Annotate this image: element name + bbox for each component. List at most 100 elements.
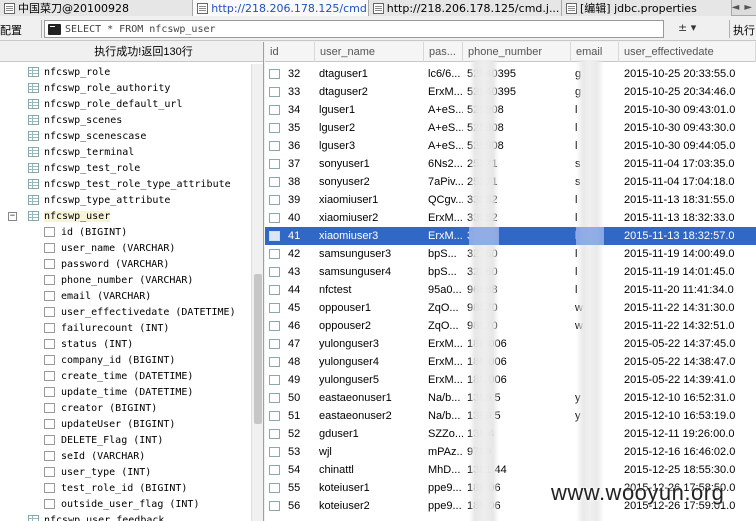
table-cell[interactable]: 95a0... xyxy=(424,281,463,299)
table-cell[interactable]: xiaomiuser3 xyxy=(315,227,424,245)
tree-column-item[interactable]: DELETE_Flag (INT) xyxy=(0,432,251,448)
collapse-icon[interactable]: − xyxy=(8,211,17,221)
table-cell[interactable]: ppe9... xyxy=(424,479,463,497)
browser-tab[interactable]: http://218.206.178.125/cmd.j...✕ xyxy=(193,0,369,16)
table-cell[interactable]: 2015-10-30 09:43:30.0 xyxy=(620,119,756,137)
table-cell[interactable]: yulonguser4 xyxy=(315,353,424,371)
table-row[interactable]: 46oppouser2ZqO...98570w2015-11-22 14:32:… xyxy=(265,317,756,335)
tree-table-item[interactable]: nfcswp_scenes xyxy=(0,112,251,128)
table-cell[interactable]: 2015-10-25 20:34:46.0 xyxy=(620,83,756,101)
table-cell[interactable]: 37 xyxy=(284,155,315,173)
table-cell[interactable]: 2015-10-30 09:44:05.0 xyxy=(620,137,756,155)
table-cell[interactable]: 39 xyxy=(284,191,315,209)
table-cell[interactable]: 32 xyxy=(284,65,315,83)
table-cell[interactable]: 2015-11-04 17:04:18.0 xyxy=(620,173,756,191)
table-cell[interactable]: chinattl xyxy=(315,461,424,479)
table-cell[interactable]: lguser2 xyxy=(315,119,424,137)
table-cell[interactable]: ErxM... xyxy=(424,227,463,245)
tree-table-item[interactable]: nfcswp_role_authority xyxy=(0,80,251,96)
table-cell[interactable]: 2015-11-22 14:32:51.0 xyxy=(620,317,756,335)
sql-input[interactable]: SELECT * FROM nfcswp_user xyxy=(44,20,664,38)
table-cell[interactable]: 2015-11-20 11:41:34.0 xyxy=(620,281,756,299)
table-cell[interactable]: A+eS... xyxy=(424,101,463,119)
table-row[interactable]: 38sonyuser27aPiv...25271s2015-11-04 17:0… xyxy=(265,173,756,191)
table-cell[interactable]: 42 xyxy=(284,245,315,263)
table-cell[interactable]: 2015-11-13 18:32:33.0 xyxy=(620,209,756,227)
tree-table-item[interactable]: nfcswp_terminal xyxy=(0,144,251,160)
table-cell[interactable]: 50 xyxy=(284,389,315,407)
table-row[interactable]: 54chinattlMhD...1381 442015-12-25 18:55:… xyxy=(265,461,756,479)
tree-table-item[interactable]: nfcswp_scenescase xyxy=(0,128,251,144)
table-cell[interactable]: 55 xyxy=(284,479,315,497)
table-cell[interactable]: MhD... xyxy=(424,461,463,479)
browser-tab[interactable]: 中国菜刀@20100928 xyxy=(0,0,194,16)
table-cell[interactable]: 47 xyxy=(284,335,315,353)
table-cell[interactable]: bpS... xyxy=(424,245,463,263)
table-cell[interactable]: nfctest xyxy=(315,281,424,299)
table-cell[interactable]: ErxM... xyxy=(424,353,463,371)
table-cell[interactable]: ErxM... xyxy=(424,371,463,389)
table-cell[interactable]: ErxM... xyxy=(424,209,463,227)
tree-column-item[interactable]: create_time (DATETIME) xyxy=(0,368,251,384)
table-row[interactable]: 51eastaeonuser2Na/b...1389 5y2015-12-10 … xyxy=(265,407,756,425)
tree-column-item[interactable]: password (VARCHAR) xyxy=(0,256,251,272)
execute-button[interactable]: 执行 xyxy=(733,22,755,38)
table-cell[interactable]: 2015-12-16 16:46:02.0 xyxy=(620,443,756,461)
table-cell[interactable]: 2015-11-13 18:31:55.0 xyxy=(620,191,756,209)
table-cell[interactable]: 2015-11-04 17:03:35.0 xyxy=(620,155,756,173)
table-cell[interactable]: dtaguser2 xyxy=(315,83,424,101)
tree-column-item[interactable]: test_role_id (BIGINT) xyxy=(0,480,251,496)
table-cell[interactable]: SZZo... xyxy=(424,425,463,443)
table-cell[interactable]: mPAz... xyxy=(424,443,463,461)
table-cell[interactable]: ZqO... xyxy=(424,317,463,335)
table-row[interactable]: 35lguser2A+eS...525908l2015-10-30 09:43:… xyxy=(265,119,756,137)
tree-table-item[interactable]: nfcswp_role xyxy=(0,64,251,80)
table-cell[interactable]: dtaguser1 xyxy=(315,65,424,83)
table-cell[interactable]: 2015-11-19 14:01:45.0 xyxy=(620,263,756,281)
table-cell[interactable]: yulonguser3 xyxy=(315,335,424,353)
table-row[interactable]: 36lguser3A+eS...525908l2015-10-30 09:44:… xyxy=(265,137,756,155)
tree-column-item[interactable]: failurecount (INT) xyxy=(0,320,251,336)
table-cell[interactable]: Na/b... xyxy=(424,389,463,407)
tab-scroll-left-icon[interactable]: ◄ xyxy=(732,2,740,13)
tree-column-item[interactable]: id (BIGINT) xyxy=(0,224,251,240)
tree-column-item[interactable]: user_name (VARCHAR) xyxy=(0,240,251,256)
table-cell[interactable]: 53 xyxy=(284,443,315,461)
table-cell[interactable]: bpS... xyxy=(424,263,463,281)
table-cell[interactable]: koteiuser2 xyxy=(315,497,424,515)
table-cell[interactable]: sonyuser1 xyxy=(315,155,424,173)
table-cell[interactable]: ErxM... xyxy=(424,335,463,353)
tree-table-item[interactable]: nfcswp_user_feedback xyxy=(0,512,251,521)
table-row[interactable]: 40xiaomiuser2ErxM...33052l2015-11-13 18:… xyxy=(265,209,756,227)
column-header[interactable]: user_name xyxy=(315,42,424,62)
tree-column-item[interactable]: updateUser (BIGINT) xyxy=(0,416,251,432)
table-cell[interactable]: 2015-05-22 14:37:45.0 xyxy=(620,335,756,353)
table-cell[interactable]: yulonguser5 xyxy=(315,371,424,389)
table-cell[interactable]: 51 xyxy=(284,407,315,425)
table-row[interactable]: 47yulonguser3ErxM...188 0062015-05-22 14… xyxy=(265,335,756,353)
table-cell[interactable]: 6Ns2... xyxy=(424,155,463,173)
table-row[interactable]: 32dtaguser1lc6/6...52940395g2015-10-25 2… xyxy=(265,65,756,83)
table-cell[interactable]: 2015-05-22 14:39:41.0 xyxy=(620,371,756,389)
table-cell[interactable]: 56 xyxy=(284,497,315,515)
sql-query-text[interactable]: SELECT * FROM nfcswp_user xyxy=(65,24,216,35)
table-cell[interactable]: oppouser2 xyxy=(315,317,424,335)
column-header[interactable]: id xyxy=(265,42,315,62)
table-row[interactable]: 34lguser1A+eS...525908l2015-10-30 09:43:… xyxy=(265,101,756,119)
table-row[interactable]: 41xiaomiuser3ErxM...33052l2015-11-13 18:… xyxy=(265,227,756,245)
table-cell[interactable]: 2015-12-25 18:55:30.0 xyxy=(620,461,756,479)
table-cell[interactable]: lguser1 xyxy=(315,101,424,119)
column-header[interactable]: email xyxy=(571,42,619,62)
tree-column-item[interactable]: user_type (INT) xyxy=(0,464,251,480)
table-cell[interactable]: lguser3 xyxy=(315,137,424,155)
table-row[interactable]: 50eastaeonuser1Na/b...1389 5y2015-12-10 … xyxy=(265,389,756,407)
table-cell[interactable]: sonyuser2 xyxy=(315,173,424,191)
table-cell[interactable]: gduser1 xyxy=(315,425,424,443)
tree-table-item-selected[interactable]: nfcswp_user − xyxy=(0,208,251,224)
tree-column-item[interactable]: outside_user_flag (INT) xyxy=(0,496,251,512)
table-cell[interactable]: xiaomiuser1 xyxy=(315,191,424,209)
browser-tab[interactable]: http://218.206.178.125/cmd.j... xyxy=(368,0,563,16)
table-cell[interactable]: 36 xyxy=(284,137,315,155)
table-cell[interactable]: A+eS... xyxy=(424,119,463,137)
scrollbar-thumb[interactable] xyxy=(254,274,262,424)
